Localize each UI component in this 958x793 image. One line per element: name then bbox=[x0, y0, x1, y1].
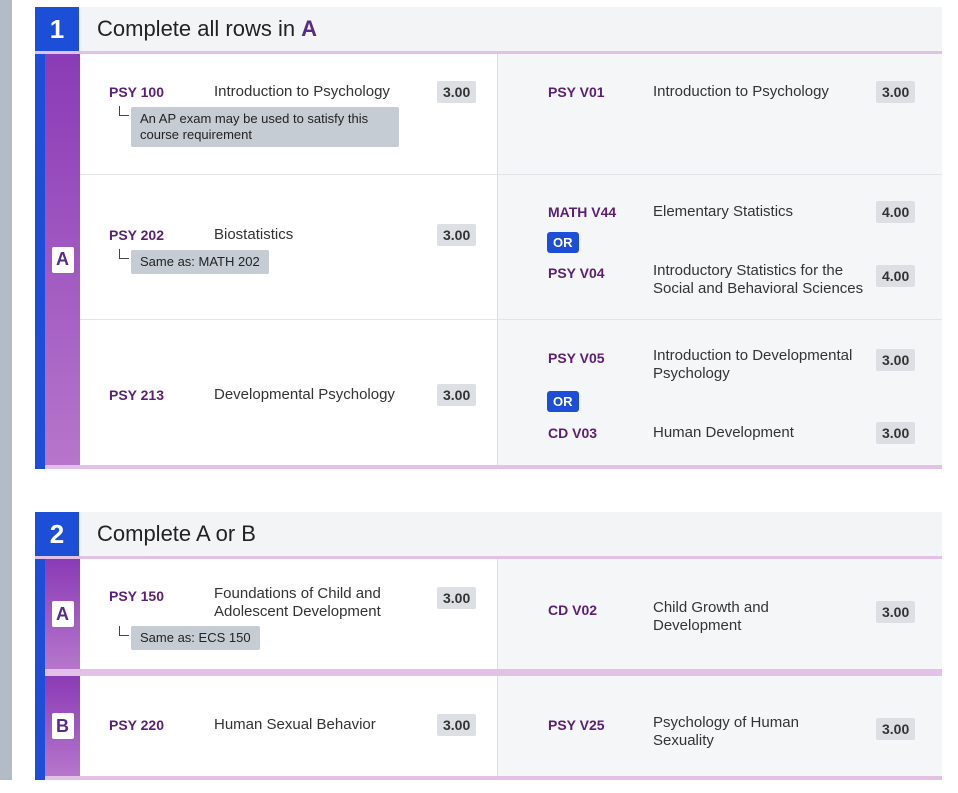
course-units: 3.00 bbox=[876, 81, 916, 103]
course-note: An AP exam may be used to satisfy this c… bbox=[131, 107, 399, 147]
articulation-row: PSY 220 Human Sexual Behavior 3.00 PSY V… bbox=[80, 676, 942, 776]
course-title: Developmental Psychology bbox=[214, 386, 395, 403]
tree-elbow-icon bbox=[119, 626, 129, 636]
receiving-course: PSY 100 Introduction to Psychology 3.00 … bbox=[80, 54, 498, 174]
section-rows: PSY 100 Introduction to Psychology 3.00 … bbox=[80, 54, 942, 465]
group-body: A PSY 150 Foundations of Child and Adole… bbox=[35, 559, 942, 780]
section-b: B PSY 220 Human Sexual Behavior 3.00 PSY… bbox=[45, 673, 942, 780]
course-units: 3.00 bbox=[437, 81, 477, 103]
or-badge: OR bbox=[547, 232, 579, 253]
articulation-row: PSY 202 Biostatistics 3.00 Same as: MATH… bbox=[80, 175, 942, 320]
course-note: Same as: ECS 150 bbox=[131, 626, 260, 650]
articulation-row: PSY 100 Introduction to Psychology 3.00 … bbox=[80, 54, 942, 175]
group-title-bold: A bbox=[301, 16, 317, 41]
course-title: Human Development bbox=[653, 424, 794, 441]
course-title: Introduction to Psychology bbox=[214, 83, 390, 100]
sending-courses: MATH V44 Elementary Statistics 4.00 OR P… bbox=[498, 175, 942, 319]
course-units: 3.00 bbox=[876, 718, 916, 740]
course-units: 3.00 bbox=[876, 349, 916, 371]
course-code[interactable]: PSY 150 bbox=[109, 588, 164, 604]
section-letter: B bbox=[51, 713, 74, 739]
section-rows: PSY 150 Foundations of Child and Adolesc… bbox=[80, 559, 942, 669]
requirement-group-1: 1 Complete all rows in A A PSY 100 Introd… bbox=[35, 7, 942, 469]
left-rail bbox=[0, 0, 12, 780]
course-code[interactable]: PSY 100 bbox=[109, 84, 164, 100]
articulation-row: PSY 213 Developmental Psychology 3.00 PS… bbox=[80, 320, 942, 465]
section-label: A bbox=[45, 54, 80, 465]
receiving-course: PSY 220 Human Sexual Behavior 3.00 bbox=[80, 676, 498, 776]
group-body: A PSY 100 Introduction to Psychology 3.0… bbox=[35, 54, 942, 469]
group-title: Complete A or B bbox=[97, 521, 256, 546]
sending-courses: PSY V05 Introduction to Developmental Ps… bbox=[498, 320, 942, 465]
course-units: 3.00 bbox=[437, 224, 477, 246]
course-units: 3.00 bbox=[876, 601, 916, 623]
section-label: B bbox=[45, 676, 80, 776]
group-title: Complete all rows in A bbox=[97, 16, 317, 41]
articulation-row: PSY 150 Foundations of Child and Adolesc… bbox=[80, 559, 942, 669]
course-units: 3.00 bbox=[876, 422, 916, 444]
course-title: Introduction to Developmental Psychology bbox=[653, 347, 853, 382]
section-letter: A bbox=[51, 601, 74, 627]
section-a: A PSY 150 Foundations of Child and Adole… bbox=[45, 559, 942, 673]
sending-course: PSY V25 Psychology of Human Sexuality 3.… bbox=[498, 676, 942, 776]
group-header: 1 Complete all rows in A bbox=[35, 7, 942, 54]
course-units: 3.00 bbox=[437, 587, 477, 609]
course-units: 4.00 bbox=[876, 201, 916, 223]
course-code[interactable]: CD V02 bbox=[548, 602, 597, 618]
tree-elbow-icon bbox=[119, 106, 129, 116]
course-title: Child Growth and Development bbox=[653, 599, 769, 634]
course-code[interactable]: PSY 202 bbox=[109, 227, 164, 243]
course-code[interactable]: PSY 220 bbox=[109, 717, 164, 733]
course-code[interactable]: PSY V04 bbox=[548, 265, 605, 281]
course-code[interactable]: PSY V05 bbox=[548, 350, 605, 366]
course-units: 4.00 bbox=[876, 265, 916, 287]
group-number: 2 bbox=[35, 512, 79, 556]
course-code[interactable]: MATH V44 bbox=[548, 204, 616, 220]
course-units: 3.00 bbox=[437, 384, 477, 406]
sending-course: PSY V01 Introduction to Psychology 3.00 bbox=[498, 54, 942, 174]
requirement-group-2: 2 Complete A or B A PSY 150 Foundations … bbox=[35, 512, 942, 780]
course-note: Same as: MATH 202 bbox=[131, 250, 269, 274]
or-badge: OR bbox=[547, 391, 579, 412]
course-title: Biostatistics bbox=[214, 226, 294, 243]
group-header: 2 Complete A or B bbox=[35, 512, 942, 559]
course-code[interactable]: PSY 213 bbox=[109, 387, 164, 403]
group-number: 1 bbox=[35, 7, 79, 51]
section-rows: PSY 220 Human Sexual Behavior 3.00 PSY V… bbox=[80, 676, 942, 776]
section-a: A PSY 100 Introduction to Psychology 3.0… bbox=[45, 54, 942, 469]
section-letter: A bbox=[51, 246, 74, 273]
sending-course: CD V02 Child Growth and Development 3.00 bbox=[498, 559, 942, 669]
course-title: Introductory Statistics for the Social a… bbox=[653, 262, 864, 297]
course-title: Psychology of Human Sexuality bbox=[653, 714, 799, 749]
section-label: A bbox=[45, 559, 80, 669]
course-title: Elementary Statistics bbox=[653, 203, 794, 220]
receiving-course: PSY 202 Biostatistics 3.00 Same as: MATH… bbox=[80, 175, 498, 319]
tree-elbow-icon bbox=[119, 249, 129, 259]
course-code[interactable]: PSY V25 bbox=[548, 717, 605, 733]
course-title: Human Sexual Behavior bbox=[214, 716, 376, 733]
course-code[interactable]: PSY V01 bbox=[548, 84, 605, 100]
course-units: 3.00 bbox=[437, 714, 477, 736]
course-title: Foundations of Child and Adolescent Deve… bbox=[214, 585, 381, 620]
receiving-course: PSY 150 Foundations of Child and Adolesc… bbox=[80, 559, 498, 669]
course-code[interactable]: CD V03 bbox=[548, 425, 597, 441]
receiving-course: PSY 213 Developmental Psychology 3.00 bbox=[80, 320, 498, 465]
course-title: Introduction to Psychology bbox=[653, 83, 829, 100]
